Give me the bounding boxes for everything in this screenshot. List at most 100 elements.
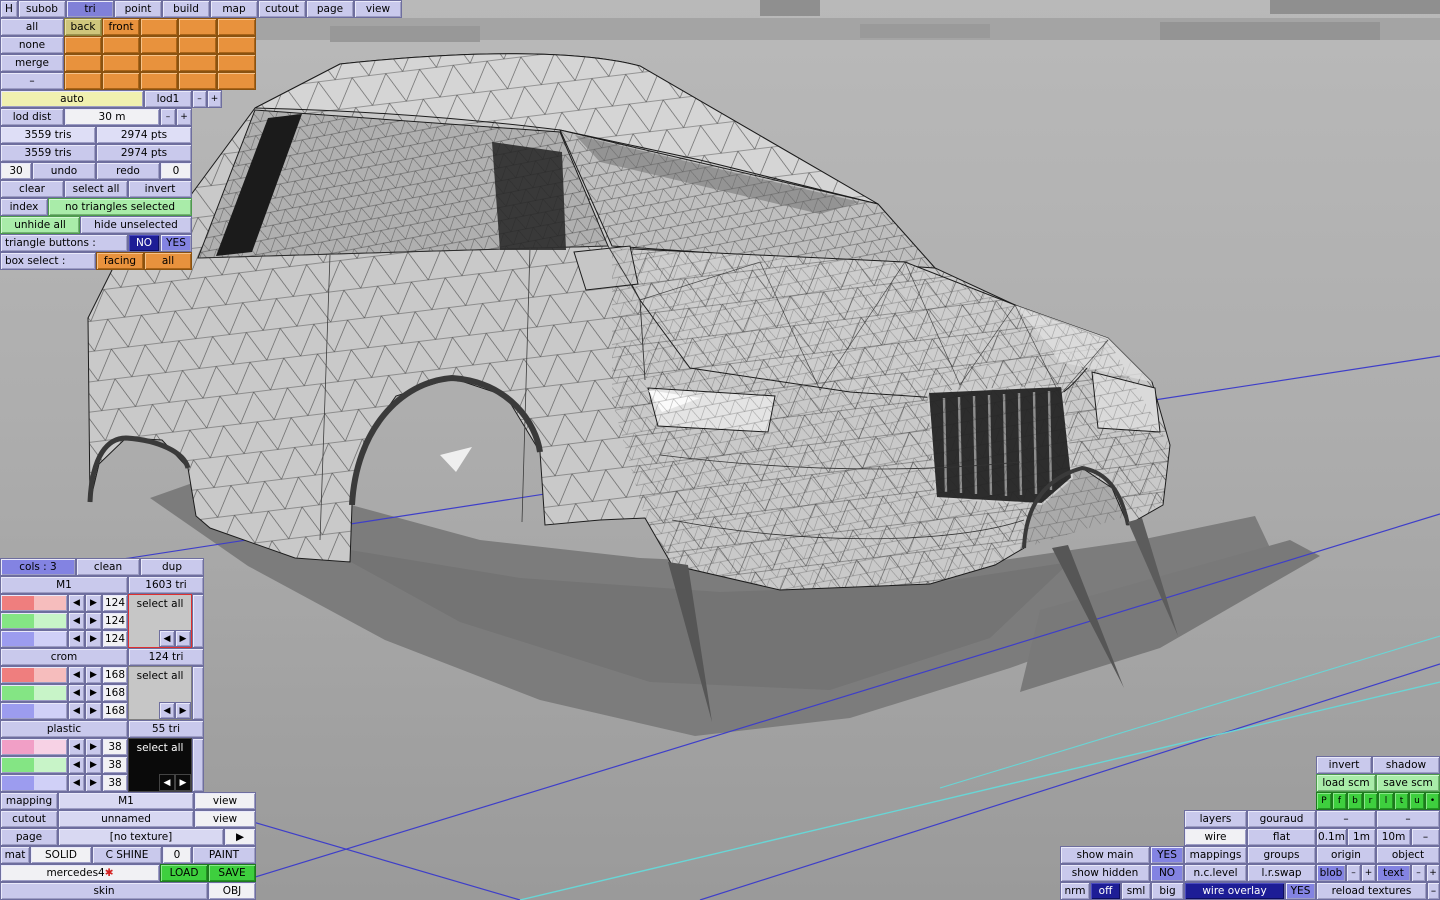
text-button[interactable]: text — [1376, 864, 1411, 882]
subobj-grid-cell[interactable] — [217, 18, 256, 36]
text-plus-button[interactable]: + — [1426, 864, 1440, 882]
material-prev-arrow[interactable]: ◀ — [159, 702, 175, 719]
channel-left-arrow[interactable]: ◀ — [68, 774, 85, 792]
subobj-grid-cell[interactable] — [64, 36, 102, 54]
redo-button[interactable]: redo — [96, 162, 160, 180]
material-swatch-green[interactable] — [0, 756, 68, 774]
material-swatch-red[interactable] — [0, 666, 68, 684]
lod-dist-plus-button[interactable]: + — [176, 108, 192, 126]
subobj-grid-cell[interactable] — [140, 54, 178, 72]
gouraud-button[interactable]: gouraud — [1247, 810, 1316, 828]
channel-right-arrow[interactable]: ▶ — [85, 630, 102, 648]
box-select-all-button[interactable]: all — [144, 252, 192, 270]
lod-minus-button[interactable]: – — [192, 90, 207, 108]
material-clean-button[interactable]: clean — [76, 558, 140, 576]
menu-item-page[interactable]: page — [306, 0, 354, 18]
nc-level-button[interactable]: n.c.level — [1184, 864, 1247, 882]
object-button[interactable]: object — [1376, 846, 1440, 864]
material-prev-arrow[interactable]: ◀ — [159, 774, 175, 791]
subobj-grid-cell[interactable] — [217, 54, 256, 72]
grid-1m-button[interactable]: 1m — [1347, 828, 1376, 846]
material-next-arrow[interactable]: ▶ — [175, 774, 191, 791]
channel-left-arrow[interactable]: ◀ — [68, 756, 85, 774]
wire-overlay-toggle[interactable]: YES — [1285, 882, 1316, 900]
flat-button[interactable]: flat — [1247, 828, 1316, 846]
menu-item-point[interactable]: point — [114, 0, 162, 18]
clear-button[interactable]: clear — [0, 180, 64, 198]
show-hidden-toggle[interactable]: NO — [1150, 864, 1184, 882]
text-minus-button[interactable]: – — [1411, 864, 1426, 882]
unhide-all-button[interactable]: unhide all — [0, 216, 80, 234]
channel-right-arrow[interactable]: ▶ — [85, 612, 102, 630]
material-swatch-pink[interactable] — [0, 738, 68, 756]
page-texture-field[interactable]: [no texture] — [58, 828, 224, 846]
lr-swap-button[interactable]: l.r.swap — [1247, 864, 1316, 882]
material-swatch-blue[interactable] — [0, 702, 68, 720]
menu-h[interactable]: H — [0, 0, 18, 18]
proj-front-button[interactable]: f — [1332, 792, 1347, 810]
proj-back-button[interactable]: b — [1347, 792, 1363, 810]
channel-left-arrow[interactable]: ◀ — [68, 612, 85, 630]
subobj-dash-button[interactable]: – — [0, 72, 64, 90]
wire-overlay-label[interactable]: wire overlay — [1184, 882, 1285, 900]
blob-button[interactable]: blob — [1316, 864, 1346, 882]
box-select-facing-button[interactable]: facing — [96, 252, 144, 270]
subobj-back-cell[interactable]: back — [64, 18, 102, 36]
blob-plus-button[interactable]: + — [1361, 864, 1376, 882]
mappings-button[interactable]: mappings — [1184, 846, 1247, 864]
save-scm-button[interactable]: save scm — [1376, 774, 1440, 792]
dash-button[interactable]: – — [1411, 828, 1440, 846]
mat-paint-button[interactable]: PAINT — [192, 846, 256, 864]
channel-right-arrow[interactable]: ▶ — [85, 684, 102, 702]
dash-button[interactable]: – — [1316, 810, 1376, 828]
lod-dist-value[interactable]: 30 m — [64, 108, 160, 126]
material-swatch-green[interactable] — [0, 612, 68, 630]
channel-right-arrow[interactable]: ▶ — [85, 594, 102, 612]
nrm-sml-button[interactable]: sml — [1121, 882, 1151, 900]
material-swatch-red[interactable] — [0, 594, 68, 612]
index-button[interactable]: index — [0, 198, 48, 216]
menu-item-build[interactable]: build — [162, 0, 210, 18]
skin-button[interactable]: skin — [0, 882, 208, 900]
select-all-button[interactable]: select all — [64, 180, 128, 198]
invert-view-button[interactable]: invert — [1316, 756, 1372, 774]
undo-button[interactable]: undo — [32, 162, 96, 180]
mat-shine-value[interactable]: 0 — [162, 846, 192, 864]
channel-right-arrow[interactable]: ▶ — [85, 738, 102, 756]
mapping-value-field[interactable]: M1 — [58, 792, 194, 810]
proj-perspective-button[interactable]: P — [1316, 792, 1332, 810]
menu-item-tri[interactable]: tri — [66, 0, 114, 18]
load-scm-button[interactable]: load scm — [1316, 774, 1376, 792]
invert-button[interactable]: invert — [128, 180, 192, 198]
subobj-grid-cell[interactable] — [64, 54, 102, 72]
material-name[interactable]: M1 — [0, 576, 128, 594]
subobj-grid-cell[interactable] — [178, 54, 217, 72]
grid-01m-button[interactable]: 0.1m — [1316, 828, 1347, 846]
menu-item-subob[interactable]: subob — [18, 0, 66, 18]
dash-button[interactable]: – — [1427, 882, 1440, 900]
channel-right-arrow[interactable]: ▶ — [85, 774, 102, 792]
menu-item-view[interactable]: view — [354, 0, 402, 18]
wire-button[interactable]: wire — [1184, 828, 1247, 846]
material-dup-button[interactable]: dup — [140, 558, 204, 576]
shadow-button[interactable]: shadow — [1372, 756, 1440, 774]
lod-auto-button[interactable]: auto — [0, 90, 144, 108]
groups-button[interactable]: groups — [1247, 846, 1316, 864]
save-button[interactable]: SAVE — [208, 864, 256, 882]
channel-left-arrow[interactable]: ◀ — [68, 738, 85, 756]
material-cols-button[interactable]: cols : 3 — [0, 558, 76, 576]
material-next-arrow[interactable]: ▶ — [175, 702, 191, 719]
triangle-buttons-yes[interactable]: YES — [160, 234, 192, 252]
material-swatch-blue[interactable] — [0, 630, 68, 648]
material-swatch-blue[interactable] — [0, 774, 68, 792]
channel-left-arrow[interactable]: ◀ — [68, 684, 85, 702]
subobj-grid-cell[interactable] — [102, 54, 140, 72]
menu-item-map[interactable]: map — [210, 0, 258, 18]
subobj-grid-cell[interactable] — [102, 72, 140, 90]
subobj-merge-button[interactable]: merge — [0, 54, 64, 72]
channel-right-arrow[interactable]: ▶ — [85, 756, 102, 774]
grid-10m-button[interactable]: 10m — [1376, 828, 1411, 846]
hide-unselected-button[interactable]: hide unselected — [80, 216, 192, 234]
channel-left-arrow[interactable]: ◀ — [68, 594, 85, 612]
channel-left-arrow[interactable]: ◀ — [68, 630, 85, 648]
